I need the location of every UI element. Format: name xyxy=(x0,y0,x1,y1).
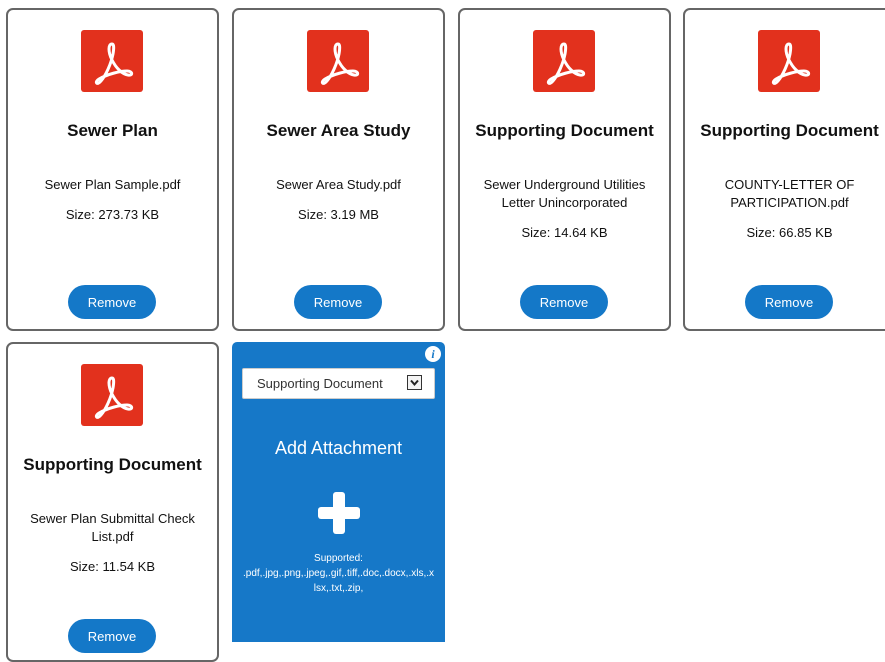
attachment-card: Supporting Document Sewer Underground Ut… xyxy=(458,8,671,331)
attachment-type-title: Sewer Plan xyxy=(67,121,158,140)
pdf-icon xyxy=(81,30,143,92)
remove-button[interactable]: Remove xyxy=(68,285,156,319)
pdf-icon xyxy=(81,364,143,426)
file-info: Sewer Plan Submittal Check List.pdf Size… xyxy=(20,510,205,576)
attachment-type-title: Supporting Document xyxy=(23,455,202,474)
pdf-icon xyxy=(307,30,369,92)
supported-types-list: .pdf,.jpg,.png,.jpeg,.gif,.tiff,.doc,.do… xyxy=(242,568,435,594)
file-size: Size: 66.85 KB xyxy=(746,225,833,240)
remove-button[interactable]: Remove xyxy=(68,619,156,653)
pdf-icon xyxy=(533,30,595,92)
pdf-icon xyxy=(758,30,820,92)
add-attachment-card: i Supporting Document Add Attachment Sup… xyxy=(232,342,445,642)
file-name: Sewer Area Study.pdf xyxy=(276,177,401,192)
attachment-card: Supporting Document Sewer Plan Submittal… xyxy=(6,342,219,662)
attachment-card: Supporting Document COUNTY-LETTER OF PAR… xyxy=(683,8,885,331)
file-size: Size: 14.64 KB xyxy=(521,225,608,240)
file-info: Sewer Area Study.pdf Size: 3.19 MB xyxy=(246,176,431,224)
attachment-type-title: Supporting Document xyxy=(475,121,654,140)
attachment-type-select[interactable]: Supporting Document xyxy=(242,368,435,399)
chevron-down-icon xyxy=(407,375,422,390)
remove-button[interactable]: Remove xyxy=(745,285,833,319)
info-icon[interactable]: i xyxy=(425,346,441,362)
attachment-type-title: Supporting Document xyxy=(700,121,879,140)
attachment-card: Sewer Area Study Sewer Area Study.pdf Si… xyxy=(232,8,445,331)
attachment-type-selected-value: Supporting Document xyxy=(257,376,383,391)
file-name: Sewer Underground Utilities Letter Uninc… xyxy=(483,177,646,210)
supported-file-types: Supported: .pdf,.jpg,.png,.jpeg,.gif,.ti… xyxy=(242,551,435,596)
remove-button[interactable]: Remove xyxy=(520,285,608,319)
attachment-type-title: Sewer Area Study xyxy=(266,121,411,140)
file-name: Sewer Plan Submittal Check List.pdf xyxy=(30,511,195,544)
file-info: Sewer Plan Sample.pdf Size: 273.73 KB xyxy=(20,176,205,224)
file-info: Sewer Underground Utilities Letter Uninc… xyxy=(472,176,657,242)
file-size: Size: 3.19 MB xyxy=(298,207,379,222)
attachment-card: Sewer Plan Sewer Plan Sample.pdf Size: 2… xyxy=(6,8,219,331)
file-size: Size: 11.54 KB xyxy=(69,559,156,574)
file-info: COUNTY-LETTER OF PARTICIPATION.pdf Size:… xyxy=(697,176,882,242)
file-name: Sewer Plan Sample.pdf xyxy=(44,177,181,192)
supported-label: Supported: xyxy=(314,553,363,564)
file-size: Size: 273.73 KB xyxy=(65,207,160,222)
file-name: COUNTY-LETTER OF PARTICIPATION.pdf xyxy=(724,177,855,210)
add-attachment-title: Add Attachment xyxy=(274,438,403,458)
remove-button[interactable]: Remove xyxy=(294,285,382,319)
plus-icon[interactable] xyxy=(316,490,362,536)
